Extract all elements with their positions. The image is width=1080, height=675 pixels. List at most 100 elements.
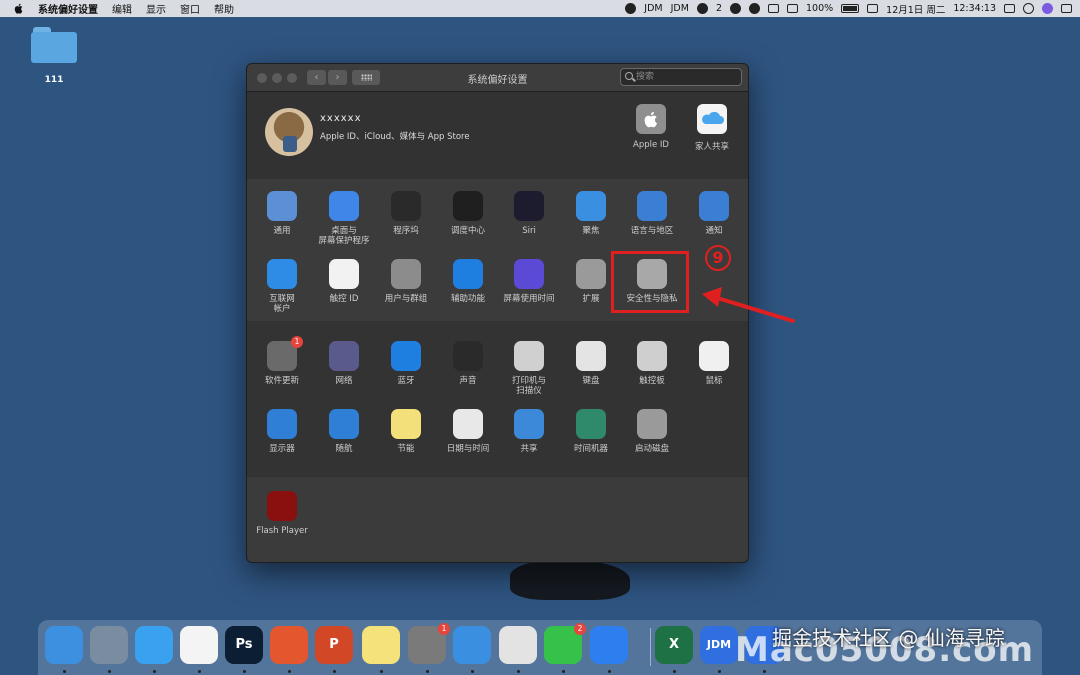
pref-label: 随航	[335, 444, 353, 454]
search-field[interactable]	[620, 68, 742, 86]
wechat-count: 2	[715, 3, 722, 14]
wifi-icon[interactable]	[787, 4, 798, 13]
update-badge: 1	[291, 336, 303, 348]
startup-disk-icon	[637, 409, 667, 439]
menubar-time[interactable]: 12:34:13	[953, 3, 996, 14]
pref-touch-id[interactable]: 触控 ID	[313, 259, 375, 304]
pref-keyboard[interactable]: 键盘	[560, 341, 622, 386]
dock-badge: 2	[574, 623, 586, 635]
pref-energy-saver[interactable]: 节能	[375, 409, 437, 454]
safari-icon[interactable]	[453, 626, 491, 664]
airdrop-status-icon[interactable]	[749, 3, 760, 14]
desktop-folder-label: 111	[44, 75, 64, 85]
menu-window[interactable]: 窗口	[180, 1, 200, 16]
highlight-box	[611, 251, 689, 313]
running-indicator	[380, 670, 383, 673]
screen-time-icon	[514, 259, 544, 289]
pref-label: Apple ID	[633, 140, 669, 150]
pref-spotlight[interactable]: 聚焦	[560, 191, 622, 236]
pref-trackpad[interactable]: 触控板	[621, 341, 683, 386]
software-update-icon: 1	[267, 336, 303, 371]
title-bar[interactable]: ‹ › 系统偏好设置	[247, 64, 748, 92]
pref-label: 调度中心	[450, 226, 485, 236]
extensions-icon	[576, 259, 606, 289]
pref-startup-disk[interactable]: 启动磁盘	[621, 409, 683, 454]
search-input[interactable]	[636, 70, 736, 84]
notes-icon[interactable]	[362, 626, 400, 664]
launchpad-icon[interactable]	[90, 626, 128, 664]
avatar[interactable]	[265, 108, 313, 156]
chrome-icon[interactable]	[499, 626, 537, 664]
users-groups-icon	[391, 259, 421, 289]
apple-menu-icon[interactable]	[14, 3, 24, 14]
pref-bluetooth[interactable]: 蓝牙	[375, 341, 437, 386]
pref-sharing[interactable]: 共享	[498, 409, 560, 454]
pref-network[interactable]: 网络	[313, 341, 375, 386]
keyboard-layout-icon[interactable]	[1004, 4, 1015, 13]
vpn-status-icon[interactable]	[730, 3, 741, 14]
finder-icon[interactable]	[45, 626, 83, 664]
apple-id-icon	[636, 104, 666, 134]
pref-mission-control[interactable]: 调度中心	[437, 191, 499, 236]
pref-general[interactable]: 通用	[251, 191, 313, 236]
pref-family-sharing[interactable]: 家人共享	[687, 104, 737, 152]
pref-notifications[interactable]: 通知	[683, 191, 745, 236]
input-method-icon[interactable]	[867, 4, 879, 13]
pref-sound[interactable]: 声音	[437, 341, 499, 386]
bluetooth-status-icon[interactable]	[768, 4, 779, 13]
reminders-icon[interactable]	[180, 626, 218, 664]
photoshop-icon[interactable]: Ps	[225, 626, 263, 664]
pref-sidecar[interactable]: 随航	[313, 409, 375, 454]
pref-accessibility[interactable]: 辅助功能	[437, 259, 499, 304]
pref-date-time[interactable]: 日期与时间	[437, 409, 499, 454]
battery-icon[interactable]	[841, 4, 860, 13]
messages-icon[interactable]	[135, 626, 173, 664]
feishu-icon[interactable]	[590, 626, 628, 664]
wechat-status-icon[interactable]	[696, 3, 708, 14]
jdm-icon[interactable]: JDM	[700, 626, 738, 664]
powerpoint-icon[interactable]: P	[315, 626, 353, 664]
menubar-date[interactable]: 12月1日 周二	[886, 2, 945, 16]
pref-dock[interactable]: 程序坞	[375, 191, 437, 236]
running-indicator	[153, 670, 156, 673]
pref-siri[interactable]: Siri	[498, 191, 560, 236]
jdm-status-2[interactable]: JDM	[671, 3, 689, 14]
displays-icon	[267, 409, 297, 439]
folder-icon	[31, 27, 77, 63]
user-subtitle[interactable]: Apple ID、iCloud、媒体与 App Store	[320, 130, 470, 142]
pref-label: Flash Player	[256, 526, 308, 536]
user-name[interactable]: xxxxxx	[320, 113, 362, 124]
control-center-icon[interactable]	[1061, 4, 1072, 13]
pref-flash-player[interactable]: Flash Player	[251, 491, 313, 536]
apple-id-banner: xxxxxx Apple ID、iCloud、媒体与 App Store App…	[247, 92, 748, 178]
siri-status-icon[interactable]	[1042, 3, 1053, 14]
pref-label: 日期与时间	[446, 444, 490, 454]
menu-view[interactable]: 显示	[146, 1, 166, 16]
pref-language-region[interactable]: 语言与地区	[621, 191, 683, 236]
pref-time-machine[interactable]: 时间机器	[560, 409, 622, 454]
spotlight-search-icon[interactable]	[1023, 3, 1034, 14]
running-indicator	[718, 670, 721, 673]
pref-screen-time[interactable]: 屏幕使用时间	[498, 259, 560, 304]
date-time-icon	[453, 409, 483, 439]
pref-software-update[interactable]: 1 软件更新	[251, 336, 313, 386]
xmind-icon[interactable]	[270, 626, 308, 664]
pref-apple-id[interactable]: Apple ID	[626, 104, 676, 150]
pref-label: 鼠标	[705, 376, 723, 386]
qq-status-icon[interactable]	[625, 3, 637, 14]
menu-bar: 系统偏好设置 编辑 显示 窗口 帮助 JDM JDM 2 100% 12月1日 …	[0, 0, 1080, 17]
pref-printers-scanners[interactable]: 打印机与 扫描仪	[498, 341, 560, 396]
pref-internet-accounts[interactable]: 互联网 帐户	[251, 259, 313, 314]
excel-icon[interactable]: X	[655, 626, 693, 664]
accessibility-icon	[453, 259, 483, 289]
pref-desktop-screensaver[interactable]: 桌面与 屏幕保护程序	[313, 191, 375, 246]
pref-mouse[interactable]: 鼠标	[683, 341, 745, 386]
menu-help[interactable]: 帮助	[214, 1, 234, 16]
pref-displays[interactable]: 显示器	[251, 409, 313, 454]
desktop-folder[interactable]: 111	[30, 27, 78, 85]
app-name-menu[interactable]: 系统偏好设置	[38, 1, 98, 16]
sound-icon	[453, 341, 483, 371]
jdm-status-1[interactable]: JDM	[644, 3, 662, 14]
menu-edit[interactable]: 编辑	[112, 1, 132, 16]
pref-users-groups[interactable]: 用户与群组	[375, 259, 437, 304]
